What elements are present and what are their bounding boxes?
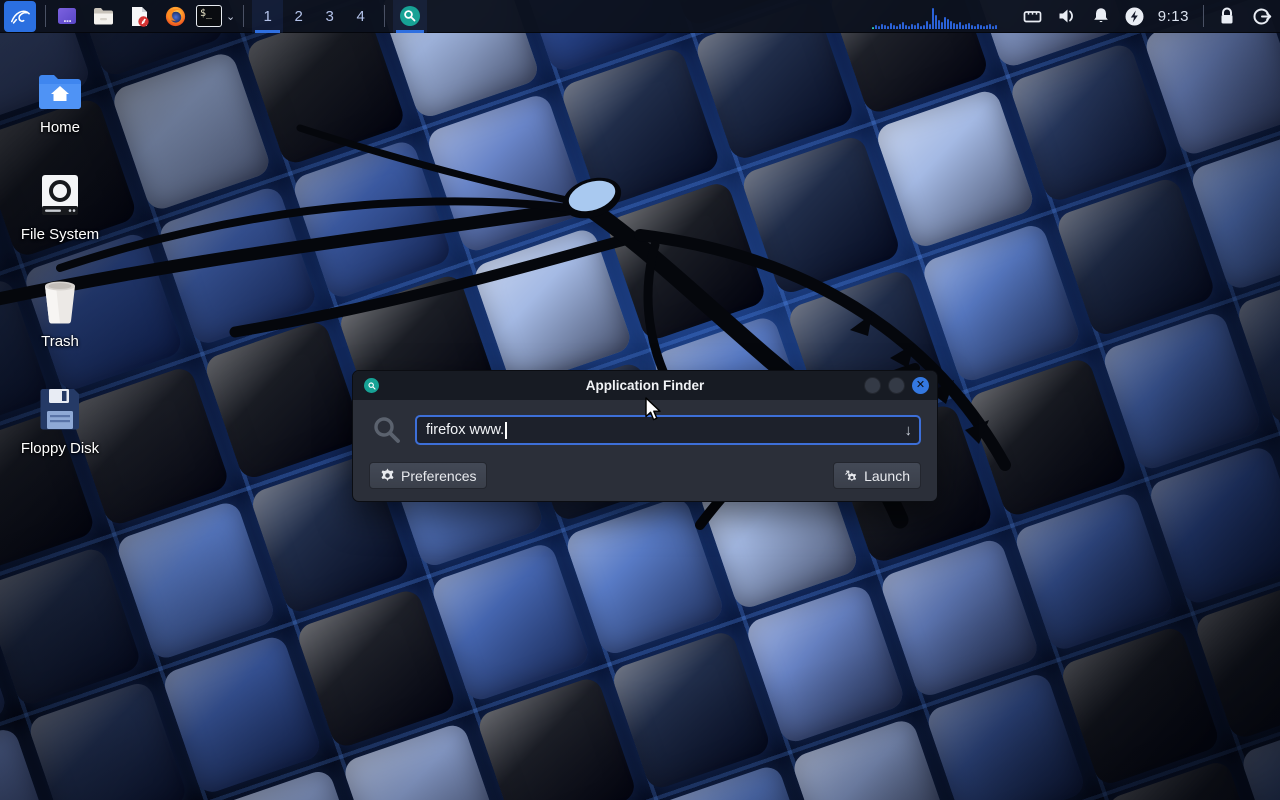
desktop-icon-home[interactable]: Home — [8, 50, 112, 150]
search-row: firefox www. ↓ — [369, 414, 921, 446]
text-editor-launcher[interactable] — [124, 1, 154, 32]
lock-icon — [1217, 6, 1237, 26]
netload-graph — [872, 3, 1000, 29]
home-folder-icon — [37, 72, 83, 110]
app-finder-taskbar-icon — [399, 5, 421, 27]
panel-separator — [243, 5, 244, 27]
desktop-icon-floppy-disk[interactable]: Floppy Disk — [8, 371, 112, 471]
logout-button[interactable] — [1248, 3, 1274, 29]
panel-separator — [384, 5, 385, 27]
finder-body: firefox www. ↓ Preferences Launch — [353, 400, 937, 501]
desktop-icon-trash[interactable]: Trash — [8, 264, 112, 364]
file-manager-launcher[interactable] — [88, 1, 118, 32]
workspace-4-label: 4 — [357, 8, 365, 25]
lock-screen-button[interactable] — [1214, 3, 1240, 29]
app-finder-taskbar-button[interactable] — [393, 0, 427, 33]
search-icon — [371, 414, 403, 446]
network-icon — [1022, 6, 1043, 27]
firefox-launcher[interactable] — [160, 1, 190, 32]
network-tray-button[interactable] — [1020, 3, 1046, 29]
desktop-icon-label: Trash — [41, 333, 79, 350]
terminal-icon: $_ — [196, 5, 222, 27]
kali-menu-icon — [9, 5, 31, 27]
launch-button[interactable]: Launch — [833, 462, 921, 489]
panel-separator — [1203, 5, 1204, 27]
panel-separator — [45, 5, 46, 27]
launch-label: Launch — [864, 468, 910, 484]
workspace-4[interactable]: 4 — [345, 0, 376, 33]
desktop-icon-column: Home File System Trash — [8, 50, 112, 478]
logout-icon — [1251, 6, 1272, 27]
window-title: Application Finder — [353, 378, 937, 393]
volume-tray-button[interactable] — [1054, 3, 1080, 29]
desktop-icon-label: Home — [40, 119, 80, 136]
panel-clock[interactable]: 9:13 — [1158, 8, 1189, 25]
power-manager-icon — [1124, 6, 1145, 27]
notifications-tray-button[interactable] — [1088, 3, 1114, 29]
search-input-value: firefox www. — [426, 422, 504, 438]
desktop-icon-label: Floppy Disk — [21, 440, 99, 457]
desktop-icon-file-system[interactable]: File System — [8, 157, 112, 257]
arrow-down-icon[interactable]: ↓ — [905, 418, 913, 443]
workspace-1[interactable]: 1 — [252, 0, 283, 33]
app-finder-icon — [364, 378, 379, 393]
workspace-3[interactable]: 3 — [314, 0, 345, 33]
maximize-button[interactable] — [888, 377, 905, 394]
button-row: Preferences Launch — [369, 462, 921, 489]
terminal-prompt: $_ — [200, 8, 212, 19]
launch-icon — [844, 469, 858, 483]
floppy-disk-icon — [39, 387, 81, 431]
top-panel: $_ ⌄ 1 2 3 4 — [0, 0, 1280, 33]
display-icon — [56, 5, 78, 27]
chevron-down-icon[interactable]: ⌄ — [226, 10, 235, 23]
preferences-button[interactable]: Preferences — [369, 462, 487, 489]
applications-menu-button[interactable] — [4, 1, 36, 32]
display-launcher[interactable] — [52, 1, 82, 32]
close-icon: ✕ — [916, 380, 925, 391]
workspace-3-label: 3 — [326, 8, 334, 25]
text-caret — [505, 422, 507, 439]
minimize-button[interactable] — [864, 377, 881, 394]
firefox-icon — [164, 5, 187, 28]
volume-icon — [1056, 5, 1078, 27]
trash-icon — [39, 278, 81, 324]
file-system-icon — [40, 173, 80, 217]
text-editor-icon — [128, 5, 151, 28]
gear-icon — [380, 468, 395, 483]
desktop-icon-label: File System — [21, 226, 99, 243]
workspace-2-label: 2 — [295, 8, 303, 25]
application-finder-window: Application Finder ✕ firefox www. ↓ — [352, 370, 938, 502]
file-manager-icon — [92, 5, 115, 28]
window-controls: ✕ — [864, 377, 929, 394]
terminal-launcher[interactable]: $_ ⌄ — [196, 1, 235, 32]
notifications-icon — [1091, 6, 1111, 26]
workspace-2[interactable]: 2 — [283, 0, 314, 33]
titlebar[interactable]: Application Finder ✕ — [353, 371, 937, 400]
workspace-1-label: 1 — [264, 8, 272, 25]
search-input[interactable]: firefox www. ↓ — [415, 415, 921, 445]
preferences-label: Preferences — [401, 468, 476, 484]
close-button[interactable]: ✕ — [912, 377, 929, 394]
power-manager-tray-button[interactable] — [1122, 3, 1148, 29]
panel-right-section: 9:13 — [872, 3, 1276, 29]
